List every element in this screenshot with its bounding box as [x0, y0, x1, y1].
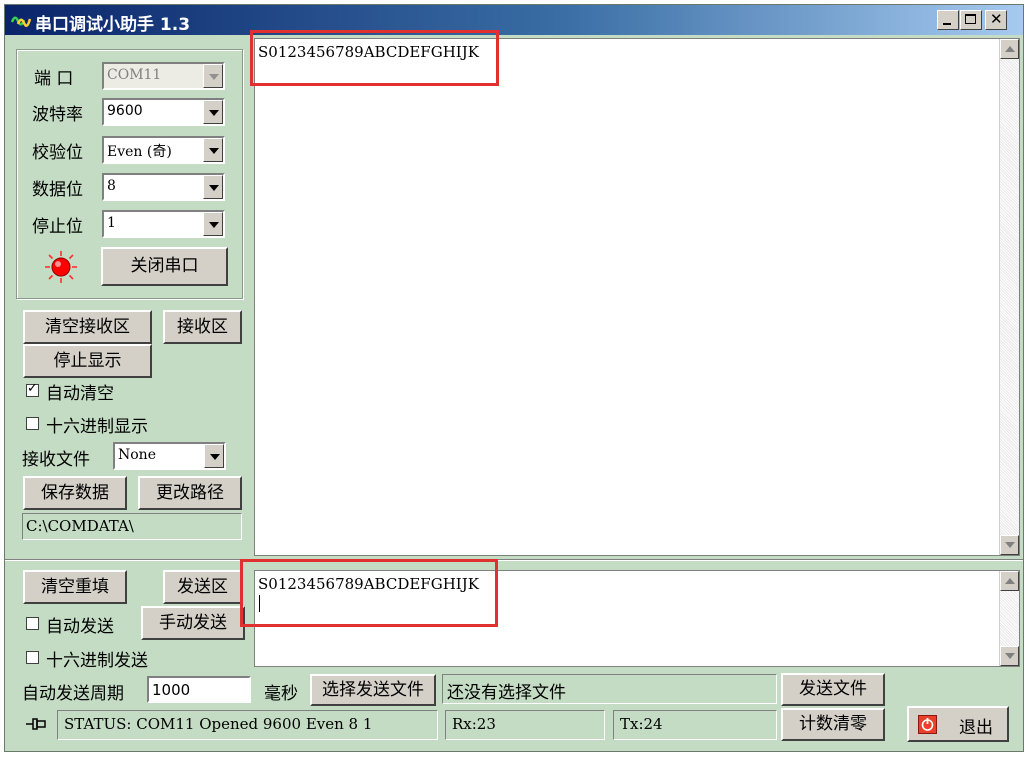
databits-select[interactable]: 8 [102, 173, 225, 201]
clear-receive-button[interactable]: 清空接收区 [23, 310, 152, 344]
reset-count-button[interactable]: 计数清零 [781, 708, 885, 741]
receive-area-button[interactable]: 接收区 [163, 310, 242, 344]
baud-value: 9600 [107, 103, 143, 119]
auto-send-checkbox[interactable] [26, 617, 39, 630]
stopbits-select[interactable]: 1 [102, 210, 225, 238]
clear-receive-label: 清空接收区 [45, 317, 130, 337]
parity-label: 校验位 [32, 143, 83, 163]
change-path-label: 更改路径 [156, 483, 224, 503]
close-button[interactable]: ✕ [985, 10, 1007, 30]
divider [5, 559, 1023, 561]
manual-send-label: 手动发送 [159, 613, 227, 633]
chevron-down-icon[interactable] [203, 212, 223, 236]
scroll-down-icon[interactable] [1000, 646, 1019, 666]
close-icon: ✕ [990, 10, 1003, 28]
maximize-icon [965, 14, 976, 24]
send-period-value: 1000 [152, 681, 191, 699]
select-send-file-button[interactable]: 选择发送文件 [310, 674, 436, 706]
change-path-button[interactable]: 更改路径 [138, 476, 242, 510]
power-icon [918, 715, 937, 734]
auto-clear-label: 自动清空 [46, 384, 114, 404]
auto-clear-checkbox[interactable] [26, 381, 39, 397]
hex-send-checkbox[interactable] [26, 651, 39, 664]
receive-area-label: 接收区 [177, 317, 228, 337]
port-select[interactable]: COM11 [102, 62, 225, 90]
title-bar[interactable]: 串口调试小助手 1.3 ✕ [5, 5, 1023, 35]
save-data-button[interactable]: 保存数据 [23, 476, 127, 510]
exit-button[interactable]: 退出 [907, 706, 1009, 742]
receive-file-value: None [118, 447, 156, 463]
send-area-label: 发送区 [177, 577, 228, 597]
save-path-field: C:\COMDATA\ [22, 513, 242, 540]
save-path-value: C:\COMDATA\ [26, 517, 134, 535]
baud-label: 波特率 [32, 105, 83, 125]
baud-select[interactable]: 9600 [102, 98, 225, 126]
window-title: 串口调试小助手 1.3 [35, 15, 191, 35]
highlight-box-receive [250, 30, 499, 86]
close-port-button[interactable]: 关闭串口 [101, 247, 228, 286]
status-light-icon [45, 251, 77, 283]
exit-label: 退出 [959, 718, 993, 738]
stopbits-label: 停止位 [32, 217, 83, 237]
hex-display-label: 十六进制显示 [46, 417, 148, 437]
rx-counter: Rx:23 [445, 710, 605, 740]
databits-value: 8 [107, 178, 116, 194]
highlight-box-send [240, 559, 498, 627]
select-send-file-label: 选择发送文件 [322, 680, 424, 700]
status-field: STATUS: COM11 Opened 9600 Even 8 1 [57, 710, 438, 740]
send-period-input[interactable]: 1000 [147, 676, 251, 703]
status-text: STATUS: COM11 Opened 9600 Even 8 1 [64, 715, 373, 733]
auto-send-label: 自动发送 [46, 617, 114, 637]
file-status-field: 还没有选择文件 [442, 674, 777, 704]
parity-select[interactable]: Even (奇) [102, 136, 225, 164]
stopbits-value: 1 [107, 215, 116, 231]
databits-label: 数据位 [32, 180, 83, 200]
hex-display-checkbox[interactable] [26, 417, 39, 430]
rx-value: Rx:23 [452, 715, 496, 733]
chevron-down-icon[interactable] [203, 138, 223, 162]
maximize-button[interactable] [960, 10, 982, 30]
send-area-button[interactable]: 发送区 [163, 570, 242, 604]
file-status-text: 还没有选择文件 [447, 683, 566, 703]
waveform-icon [11, 16, 31, 27]
close-port-label: 关闭串口 [130, 256, 199, 276]
clear-send-button[interactable]: 清空重填 [23, 570, 127, 604]
minimize-button[interactable] [937, 10, 959, 30]
receive-scrollbar[interactable] [999, 39, 1019, 555]
hex-send-label: 十六进制发送 [46, 651, 148, 671]
manual-send-button[interactable]: 手动发送 [141, 606, 245, 640]
chevron-down-icon[interactable] [203, 100, 223, 124]
scroll-up-icon[interactable] [1000, 39, 1019, 59]
auto-send-period-label: 自动发送周期 [22, 684, 124, 704]
reset-count-label: 计数清零 [799, 714, 867, 734]
ms-label: 毫秒 [264, 684, 298, 704]
port-value: COM11 [107, 67, 162, 83]
save-data-label: 保存数据 [41, 483, 109, 503]
tx-value: Tx:24 [620, 715, 663, 733]
chevron-down-icon[interactable] [203, 64, 223, 88]
scroll-down-icon[interactable] [1000, 535, 1019, 555]
tx-counter: Tx:24 [613, 710, 777, 740]
stop-display-label: 停止显示 [53, 351, 122, 371]
port-label: 端 口 [34, 69, 74, 89]
clear-send-label: 清空重填 [41, 577, 109, 597]
send-file-button[interactable]: 发送文件 [781, 673, 885, 706]
chevron-down-icon[interactable] [204, 444, 224, 468]
receive-file-select[interactable]: None [113, 442, 226, 470]
parity-value: Even (奇) [107, 144, 172, 160]
minimize-icon [943, 23, 951, 25]
scroll-up-icon[interactable] [1000, 571, 1019, 591]
receive-textarea[interactable]: S0123456789ABCDEFGHIJK [254, 38, 1020, 556]
send-scrollbar[interactable] [999, 571, 1019, 666]
pin-icon[interactable] [25, 715, 47, 733]
stop-display-button[interactable]: 停止显示 [23, 344, 152, 378]
app-window: 串口调试小助手 1.3 ✕ 端 口 COM11 波特率 9600 校验位 Eve… [4, 4, 1024, 752]
chevron-down-icon[interactable] [203, 175, 223, 199]
send-file-label: 发送文件 [799, 679, 867, 699]
receive-file-label: 接收文件 [22, 450, 90, 470]
